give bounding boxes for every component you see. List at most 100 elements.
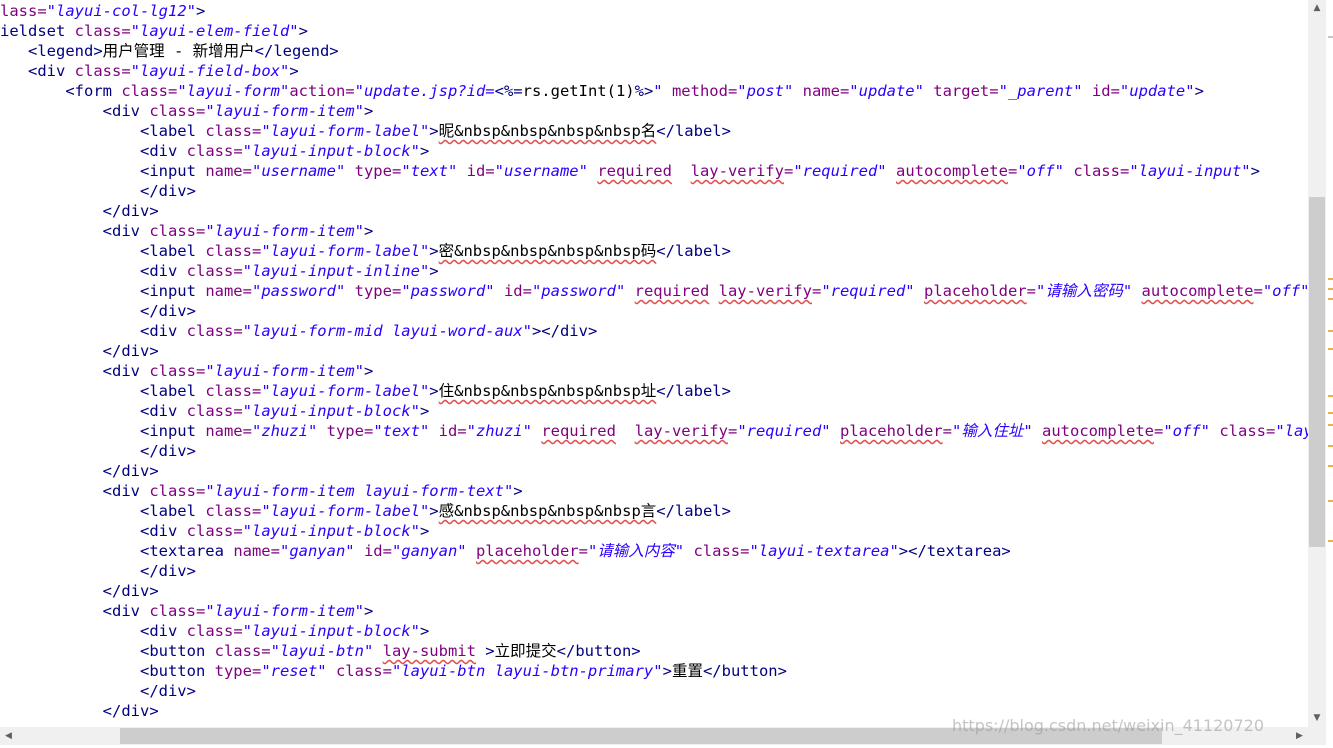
code-line[interactable]: </div> <box>0 441 196 461</box>
code-token: name= <box>233 542 280 560</box>
code-token: <div <box>139 262 187 280</box>
code-line[interactable]: <button class="layui-btn" lay-submit >立即… <box>0 641 641 661</box>
code-line[interactable]: </div> <box>0 201 159 221</box>
code-token: > <box>289 62 299 80</box>
code-line[interactable]: </div> <box>0 701 159 721</box>
code-token: = <box>1026 282 1036 300</box>
vertical-scrollbar[interactable]: ▲ ▼ <box>1308 0 1326 727</box>
code-line[interactable]: </div> <box>0 301 196 321</box>
code-line[interactable]: </div> <box>0 581 159 601</box>
scroll-right-arrow-icon[interactable]: ▶ <box>1291 727 1308 745</box>
code-token: lay-verify <box>718 282 812 300</box>
code-token: > <box>419 522 430 540</box>
code-token: > <box>429 382 439 400</box>
code-line[interactable]: <div class="layui-input-block"> <box>0 521 429 541</box>
code-line[interactable]: <label class="layui-form-label">感&nbsp&n… <box>0 501 731 521</box>
code-token: "username" <box>251 162 346 180</box>
code-line[interactable]: </div> <box>0 461 159 481</box>
code-line[interactable]: <div class="layui-form-item"> <box>0 101 374 121</box>
code-token: placeholder <box>475 542 579 560</box>
code-token: action= <box>289 82 355 100</box>
code-line[interactable]: <div class="layui-input-inline"> <box>0 261 439 281</box>
code-token: autocomplete <box>1141 282 1254 300</box>
code-token: placeholder <box>839 422 943 440</box>
code-token: "ganyan" <box>391 542 467 560</box>
code-line[interactable]: <legend>用户管理 - 新增用户</legend> <box>0 41 339 61</box>
code-line[interactable]: <input name="password" type="password" i… <box>0 281 1308 301</box>
code-line[interactable]: <div class="layui-form-mid layui-word-au… <box>0 321 597 341</box>
code-token: </legend> <box>254 42 339 60</box>
vertical-scroll-thumb[interactable] <box>1309 197 1325 547</box>
code-token: required <box>597 162 672 180</box>
code-token: "layui-form-mid layui-word-aux" <box>242 322 532 340</box>
code-line[interactable]: <div class="layui-input-block"> <box>0 401 429 421</box>
code-line[interactable]: </div> <box>0 561 196 581</box>
code-token: > <box>429 262 439 280</box>
code-token: <label <box>139 382 206 400</box>
code-token: class= <box>1210 422 1276 440</box>
code-line[interactable]: <label class="layui-form-label">住&nbsp&n… <box>0 381 731 401</box>
scroll-left-arrow-icon[interactable]: ◀ <box>0 727 17 745</box>
code-line[interactable]: <div class="layui-field-box"> <box>0 61 299 81</box>
code-token: 密&nbsp&nbsp&nbsp&nbsp码 <box>438 242 657 260</box>
code-token: class= <box>186 622 243 640</box>
code-line[interactable]: </div> <box>0 181 196 201</box>
code-token: "layui-btn layui-btn-primary" <box>391 662 663 680</box>
code-token: ieldset <box>0 22 75 40</box>
code-line[interactable]: <div class="layui-input-block"> <box>0 621 429 641</box>
code-line[interactable]: </div> <box>0 681 196 701</box>
code-token: </div> <box>102 462 159 480</box>
code-line[interactable]: <textarea name="ganyan" id="ganyan" plac… <box>0 541 1011 561</box>
code-token: "required" <box>821 282 915 300</box>
code-line[interactable]: <div class="layui-form-item"> <box>0 221 374 241</box>
code-token: <button <box>139 662 215 680</box>
code-line[interactable]: <div class="layui-form-item"> <box>0 601 374 621</box>
code-token: > <box>298 22 308 40</box>
code-line[interactable]: <label class="layui-form-label">密&nbsp&n… <box>0 241 731 261</box>
code-token: autocomplete <box>895 162 1008 180</box>
code-line[interactable]: <input name="username" type="text" id="u… <box>0 161 1260 181</box>
code-line[interactable]: lass="layui-col-lg12"> <box>0 1 205 21</box>
code-token: class= <box>684 542 750 560</box>
code-token: </div> <box>139 442 196 460</box>
scroll-up-arrow-icon[interactable]: ▲ <box>1308 0 1326 17</box>
code-token: "layui-form-label" <box>261 502 430 520</box>
code-token: ></div> <box>531 322 598 340</box>
code-editor[interactable]: lass="layui-col-lg12"> ieldset class="lay… <box>0 0 1308 727</box>
code-token: "password" <box>531 282 626 300</box>
code-line[interactable]: <label class="layui-form-label">昵&nbsp&n… <box>0 121 731 141</box>
code-token: required <box>541 422 616 440</box>
code-token: > <box>363 102 374 120</box>
code-line[interactable]: <div class="layui-input-block"> <box>0 141 429 161</box>
code-token: = <box>1253 282 1263 300</box>
code-line[interactable]: </div> <box>0 341 159 361</box>
code-line[interactable]: <input name="zhuzi" type="text" id="zhuz… <box>0 421 1308 441</box>
code-token: 感&nbsp&nbsp&nbsp&nbsp言 <box>438 502 657 520</box>
code-token: = <box>727 422 738 440</box>
code-token: "text" <box>401 162 458 180</box>
code-line[interactable]: <form class="layui-form"action="update.j… <box>0 81 1204 101</box>
code-line[interactable]: <div class="layui-form-item layui-form-t… <box>0 481 523 501</box>
code-line[interactable]: <div class="layui-form-item"> <box>0 361 374 381</box>
scroll-down-arrow-icon[interactable]: ▼ <box>1308 710 1326 727</box>
code-line[interactable]: <button type="reset" class="layui-btn la… <box>0 661 787 681</box>
code-token: <div <box>139 402 187 420</box>
code-token: type= <box>214 662 262 680</box>
code-token: 住&nbsp&nbsp&nbsp&nbsp址 <box>438 382 657 400</box>
code-line[interactable]: ieldset class="layui-elem-field"> <box>0 21 308 41</box>
code-token: </label> <box>656 502 731 520</box>
code-token: 昵&nbsp&nbsp&nbsp&nbsp名 <box>438 122 657 140</box>
code-token: <label <box>139 242 206 260</box>
